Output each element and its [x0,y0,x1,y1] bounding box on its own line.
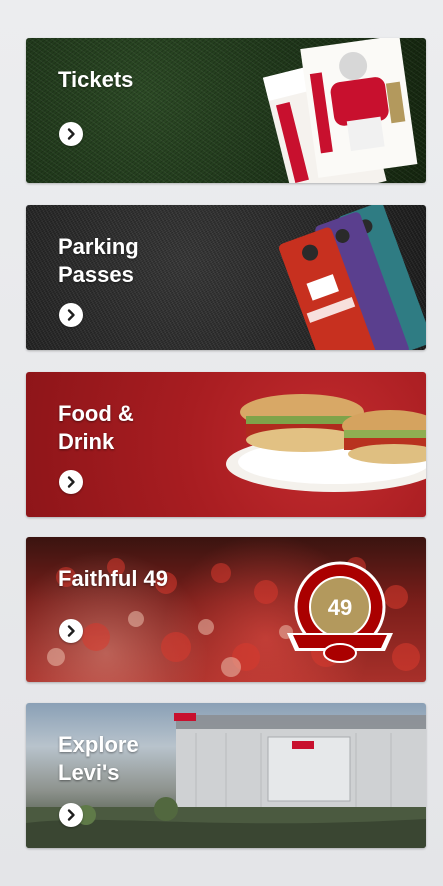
go-button[interactable] [59,122,83,146]
go-button[interactable] [59,803,83,827]
sandwich-illustration [226,394,426,492]
food-card[interactable]: Food & Drink [26,372,426,517]
go-button[interactable] [59,619,83,643]
go-button[interactable] [59,303,83,327]
parking-card[interactable]: Parking Passes [26,205,426,350]
card-title: Faithful 49 [58,566,169,591]
faithful-49-card[interactable]: 49 Faithful 49 [26,537,426,682]
chevron-right-icon [67,128,75,140]
badge-number: 49 [327,595,353,620]
tickets-card[interactable]: Tickets [26,38,426,183]
go-button[interactable] [59,470,83,494]
card-title: Parking Passes [58,234,139,287]
chevron-right-icon [67,809,75,821]
card-title: Tickets [58,67,134,92]
ticket-stack-illustration [262,38,418,183]
card-title: Explore Levi's [58,732,139,785]
chevron-right-icon [67,476,75,488]
menu-page: Tickets Parking Passes Food & Drink 49 F… [0,0,443,886]
chevron-right-icon [67,625,75,637]
explore-levis-card[interactable]: Explore Levi's [26,703,426,848]
chevron-right-icon [67,309,75,321]
parking-pass-illustration [279,205,426,350]
card-title: Food & Drink [58,401,134,454]
